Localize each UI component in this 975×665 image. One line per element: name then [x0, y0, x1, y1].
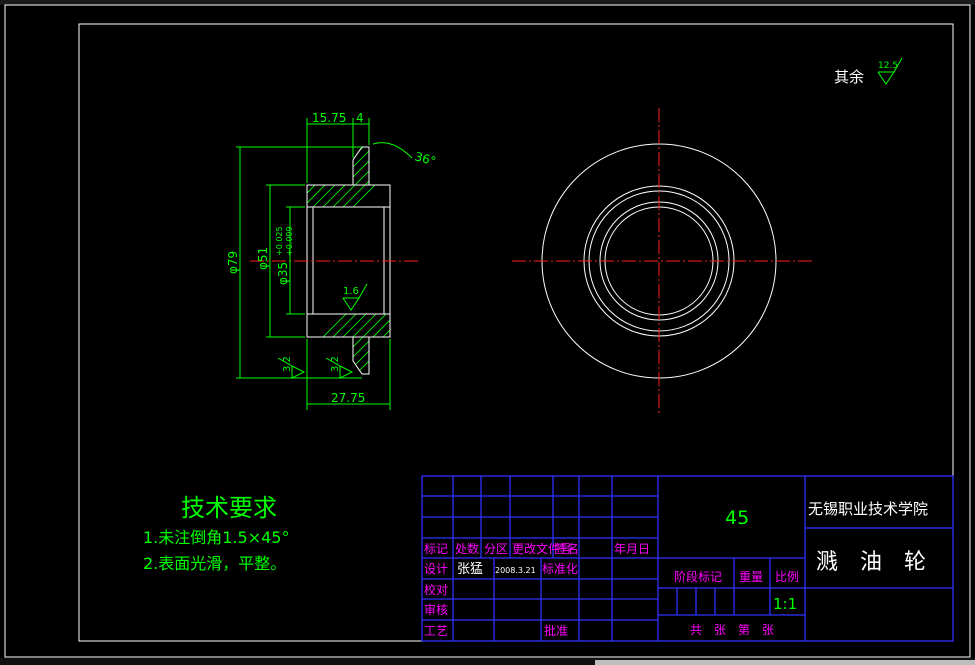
roughness-3-2-right: 3.2 [330, 356, 341, 372]
section-outline-top [306, 146, 391, 207]
approve-label: 批准 [544, 623, 568, 638]
row-review-label: 审核 [424, 602, 448, 617]
weight-label: 重量 [739, 570, 763, 584]
roughness-symbol-icon [877, 71, 895, 85]
roughness-3-2-left: 3.2 [282, 356, 293, 372]
row-check-label: 校对 [424, 582, 448, 597]
rev-header-mark: 标记 [424, 542, 448, 556]
design-date: 2008.3.21 [495, 566, 536, 575]
requirement-item-2: 2.表面光滑，平整。 [143, 554, 286, 573]
standardize-label: 标准化 [542, 562, 578, 576]
scale-label: 比例 [775, 570, 799, 584]
scale-value: 1:1 [773, 595, 797, 613]
rev-header-sign: 签名 [555, 541, 579, 556]
stage-mark-label: 阶段标记 [674, 569, 722, 584]
dim-27-75: 27.75 [331, 391, 365, 405]
rev-header-date: 年月日 [614, 542, 650, 556]
top-ruler-strip [0, 0, 975, 5]
requirements-title: 技术要求 [181, 494, 277, 522]
rev-header-zone: 分区 [484, 542, 508, 556]
rev-header-count: 处数 [455, 541, 479, 556]
dim-angle: 36° [413, 149, 437, 168]
status-bar-panel [595, 660, 975, 665]
cad-drawing-canvas[interactable]: 其余 12.5 15.75 4 36° φ79 φ51 φ35 +0.025 +… [0, 0, 975, 665]
part-name: 溅 油 轮 [816, 550, 926, 575]
row-design-label: 设计 [424, 562, 448, 576]
roughness-1-6: 1.6 [343, 286, 359, 297]
dim-phi35: φ35 [276, 262, 290, 285]
sheet-count: 共 张 第 张 [690, 623, 774, 637]
side-view [512, 108, 812, 414]
technical-requirements: 技术要求 1.未注倒角1.5×45° 2.表面光滑，平整。 [143, 494, 289, 573]
title-block: 标记 处数 分区 更改文件号 签名 年月日 设计 张猛 2008.3.21 标准… [421, 475, 954, 642]
row-process-label: 工艺 [424, 624, 448, 638]
designer-name: 张猛 [457, 562, 483, 577]
roughness-note-prefix: 其余 [834, 68, 864, 86]
dim-phi79: φ79 [226, 251, 240, 274]
section-view: 15.75 4 36° φ79 φ51 φ35 +0.025 +0.009 1.… [226, 111, 437, 410]
dim-4: 4 [356, 111, 364, 125]
general-roughness-note: 其余 12.5 [834, 57, 903, 86]
school-name: 无锡职业技术学院 [808, 500, 928, 518]
dim-phi51: φ51 [256, 247, 270, 270]
dim-15-75: 15.75 [312, 111, 346, 125]
material-value: 45 [725, 507, 749, 529]
dim-tol-upper: +0.025 [275, 226, 284, 256]
requirement-item-1: 1.未注倒角1.5×45° [143, 528, 289, 547]
dim-tol-lower: +0.009 [285, 226, 294, 256]
